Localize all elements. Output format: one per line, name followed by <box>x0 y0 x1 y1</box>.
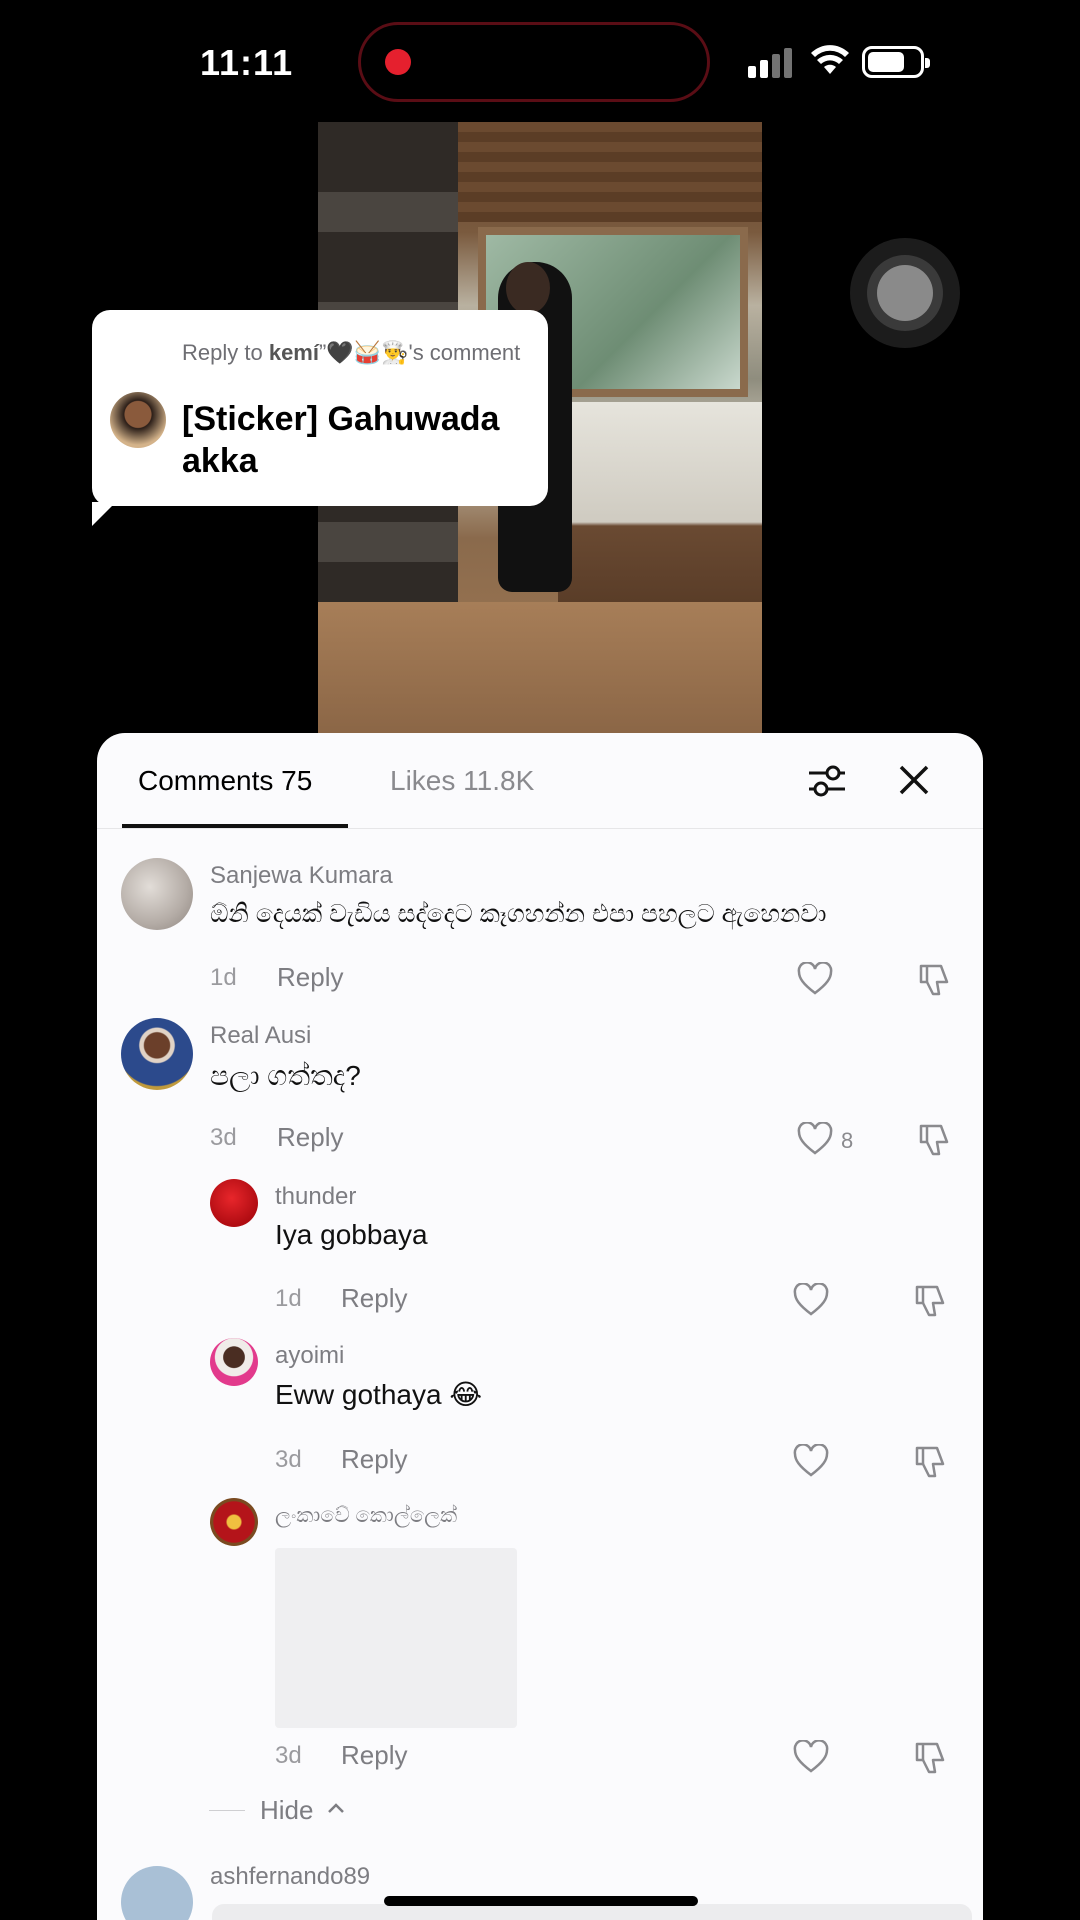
dislike-icon[interactable] <box>917 962 953 998</box>
comment-username[interactable]: ලංකාවේ කොල්ලෙක් <box>275 1504 457 1528</box>
reply-sticker-bubble: Reply to kemí”🖤🥁👨‍🍳's comment [Sticker] … <box>92 310 548 526</box>
avatar <box>110 392 166 448</box>
comment-date: 1d <box>275 1285 302 1312</box>
wifi-icon <box>811 45 849 74</box>
reply-item: ayoimi Eww gothaya 😂 3d Reply <box>97 1338 983 1498</box>
comment-text: පලා ගත්තද? <box>210 1060 361 1091</box>
avatar[interactable] <box>210 1498 258 1546</box>
avatar[interactable] <box>121 1018 193 1090</box>
status-time: 11:11 <box>200 42 294 83</box>
comment-input-bar[interactable] <box>212 1904 972 1920</box>
comment-username[interactable]: ashfernando89 <box>210 1863 370 1891</box>
battery-icon <box>862 46 930 78</box>
avatar[interactable] <box>121 1866 193 1920</box>
reply-to-label: Reply to kemí”🖤🥁👨‍🍳's comment <box>182 340 521 365</box>
status-bar: 11:11 <box>0 0 1080 120</box>
divider <box>209 1810 245 1811</box>
comment-username[interactable]: ayoimi <box>275 1342 344 1370</box>
comment-username[interactable]: Sanjewa Kumara <box>210 862 393 890</box>
active-tab-indicator <box>122 824 348 828</box>
reply-item: ලංකාවේ කොල්ලෙක් 3d Reply <box>97 1498 983 1774</box>
dislike-icon[interactable] <box>913 1740 949 1776</box>
comment-username[interactable]: Real Ausi <box>210 1022 311 1050</box>
filter-icon[interactable] <box>807 763 847 799</box>
avatar[interactable] <box>121 858 193 930</box>
dislike-icon[interactable] <box>913 1444 949 1480</box>
reply-button[interactable]: Reply <box>341 1740 407 1771</box>
recording-indicator-icon <box>385 49 411 75</box>
comments-sheet: Comments 75 Likes 11.8K Sanjewa Kumara ඕ… <box>97 733 983 1920</box>
heart-icon[interactable] <box>797 1122 833 1156</box>
dislike-icon[interactable] <box>913 1283 949 1319</box>
home-indicator[interactable] <box>384 1896 698 1906</box>
dislike-icon[interactable] <box>917 1122 953 1158</box>
heart-icon[interactable] <box>797 962 833 996</box>
comment-date: 3d <box>275 1446 302 1473</box>
comment-text: ඕනි දෙයක් වැඩිය සද්දෙට කෑගහන්න එපා පහලට … <box>210 900 827 928</box>
comment-username[interactable]: thunder <box>275 1183 356 1211</box>
chevron-up-icon <box>328 1803 344 1813</box>
floating-assistive-button[interactable] <box>850 238 960 348</box>
sticker-image-placeholder[interactable] <box>275 1548 517 1728</box>
avatar[interactable] <box>210 1179 258 1227</box>
comment-date: 3d <box>210 1124 237 1151</box>
cellular-signal-icon <box>748 48 794 78</box>
tab-likes[interactable]: Likes 11.8K <box>390 765 534 797</box>
reply-button[interactable]: Reply <box>277 1122 343 1153</box>
heart-icon[interactable] <box>793 1740 829 1774</box>
avatar[interactable] <box>210 1338 258 1386</box>
tab-bar: Comments 75 Likes 11.8K <box>97 733 983 829</box>
tab-comments[interactable]: Comments 75 <box>138 765 312 797</box>
comment-date: 1d <box>210 964 237 991</box>
like-count: 8 <box>841 1128 854 1153</box>
reply-button[interactable]: Reply <box>341 1283 407 1314</box>
reply-button[interactable]: Reply <box>277 962 343 993</box>
reply-item: thunder Iya gobbaya 1d Reply <box>97 1179 983 1339</box>
heart-icon[interactable] <box>793 1283 829 1317</box>
reply-button[interactable]: Reply <box>341 1444 407 1475</box>
comment-text: Eww gothaya 😂 <box>275 1379 483 1410</box>
heart-icon[interactable] <box>793 1444 829 1478</box>
reply-text: [Sticker] Gahuwada akka <box>182 400 500 480</box>
comment-date: 3d <box>275 1742 302 1769</box>
close-icon[interactable] <box>897 763 931 797</box>
comment-item: Real Ausi පලා ගත්තද? 3d Reply 8 <box>97 1018 983 1178</box>
hide-label[interactable]: Hide <box>260 1795 313 1826</box>
dynamic-island <box>358 22 710 102</box>
comment-item: Sanjewa Kumara ඕනි දෙයක් වැඩිය සද්දෙට කෑ… <box>97 858 983 1018</box>
comment-text: Iya gobbaya <box>275 1219 428 1250</box>
